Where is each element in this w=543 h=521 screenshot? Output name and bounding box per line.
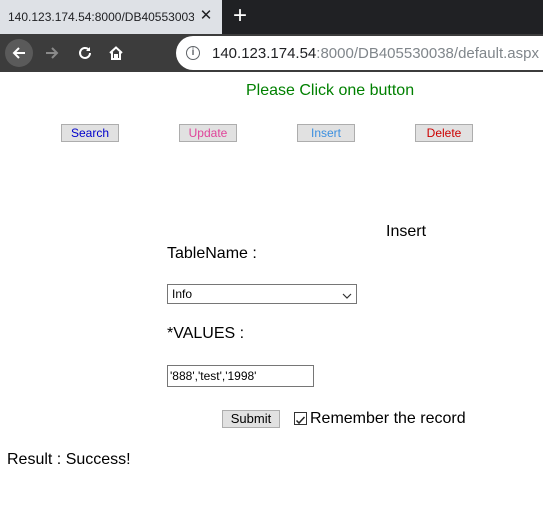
values-input[interactable]: '888','test','1998' xyxy=(167,365,314,387)
close-icon[interactable]: ✕ xyxy=(196,6,216,26)
browser-tab[interactable]: 140.123.174.54:8000/DB405530038/default.… xyxy=(0,0,222,34)
address-bar[interactable]: i 140.123.174.54:8000/DB405530038/defaul… xyxy=(176,36,543,70)
remember-label: Remember the record xyxy=(310,410,466,427)
new-tab-icon[interactable]: + xyxy=(228,4,252,28)
values-label: *VALUES : xyxy=(167,325,245,342)
page-content: Please Click one button Search Update In… xyxy=(0,72,543,521)
delete-button[interactable]: Delete xyxy=(415,124,473,142)
browser-toolbar: i 140.123.174.54:8000/DB405530038/defaul… xyxy=(0,34,543,72)
search-button[interactable]: Search xyxy=(61,124,119,142)
forward-icon[interactable] xyxy=(38,39,66,67)
checkmark-icon xyxy=(295,416,306,425)
reload-icon[interactable] xyxy=(71,39,99,67)
url-host: 140.123.174.54 xyxy=(212,45,317,62)
tab-bar: 140.123.174.54:8000/DB405530038/default.… xyxy=(0,0,543,34)
update-button[interactable]: Update xyxy=(179,124,237,142)
result-text: Result : Success! xyxy=(7,451,131,468)
submit-button[interactable]: Submit xyxy=(222,410,280,428)
section-title: Insert xyxy=(386,223,427,240)
chevron-down-icon xyxy=(342,288,352,306)
insert-button[interactable]: Insert xyxy=(297,124,355,142)
select-value: Info xyxy=(172,287,193,301)
home-icon[interactable] xyxy=(102,39,130,67)
remember-checkbox[interactable] xyxy=(294,412,307,425)
back-icon[interactable] xyxy=(5,39,33,67)
url-path: :8000/DB405530038/default.aspx xyxy=(316,45,539,62)
url-text: 140.123.174.54:8000/DB405530038/default.… xyxy=(212,45,539,62)
table-name-select[interactable]: Info xyxy=(167,284,357,304)
tab-title: 140.123.174.54:8000/DB405530038/default.… xyxy=(8,10,194,24)
info-icon[interactable]: i xyxy=(186,46,200,60)
page-heading: Please Click one button xyxy=(246,82,415,99)
table-name-label: TableName : xyxy=(167,245,257,262)
